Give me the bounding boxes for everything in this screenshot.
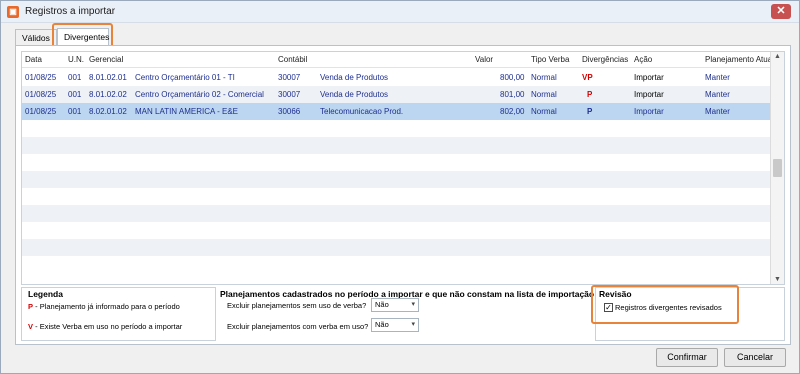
- header-valor[interactable]: Valor: [475, 55, 493, 64]
- cell-gerencial-name: Centro Orçamentário 02 - Comercial: [135, 90, 264, 99]
- table-row-selected[interactable]: 01/08/25 001 8.02.01.02 MAN LATIN AMERIC…: [22, 103, 772, 120]
- excluir-sem-label: Excluir planejamentos sem uso de verba?: [227, 301, 367, 310]
- cell-un: 001: [68, 73, 82, 82]
- cell-contabil-name: Telecomunicacao Prod.: [320, 107, 404, 116]
- cell-gerencial-name: Centro Orçamentário 01 - TI: [135, 73, 235, 82]
- window-title: Registros a importar: [25, 6, 116, 17]
- excluir-com-value: Não: [375, 320, 389, 329]
- legend-v-letter: V: [28, 322, 34, 331]
- close-button[interactable]: ✕: [771, 4, 791, 19]
- cell-un: 001: [68, 107, 82, 116]
- cell-planejamento[interactable]: Manter: [705, 107, 730, 116]
- cell-tipo: Normal: [531, 90, 557, 99]
- excluir-com-label: Excluir planejamentos com verba em uso?: [227, 322, 369, 331]
- cell-gerencial-name: MAN LATIN AMERICA - E&E: [135, 107, 238, 116]
- registros-window: ▣ Registros a importar ✕ Válidos Diverge…: [0, 0, 800, 374]
- header-acao[interactable]: Ação: [634, 55, 652, 64]
- cell-data: 01/08/25: [25, 73, 57, 82]
- empty-row: [22, 205, 772, 222]
- cell-contabil-name: Venda de Produtos: [320, 90, 389, 99]
- vertical-scrollbar[interactable]: ▲ ▼: [770, 52, 784, 284]
- empty-row: [22, 120, 772, 137]
- cancelar-button[interactable]: Cancelar: [724, 348, 786, 367]
- registros-grid[interactable]: Data U.N. Gerencial Contábil Valor Tipo …: [21, 51, 785, 285]
- empty-row: [22, 222, 772, 239]
- scroll-thumb[interactable]: [773, 159, 782, 177]
- header-data[interactable]: Data: [25, 55, 42, 64]
- excluir-sem-select[interactable]: Não ▾: [371, 298, 419, 312]
- cell-gerencial-code: 8.01.02.02: [89, 90, 127, 99]
- empty-row: [22, 188, 772, 205]
- cell-gerencial-code: 8.02.01.02: [89, 107, 127, 116]
- legend-p-line: P - Planejamento já informado para o per…: [28, 302, 180, 311]
- chevron-down-icon: ▾: [411, 321, 415, 328]
- legend-v-text: - Existe Verba em uso no período a impor…: [35, 322, 183, 331]
- title-bar: ▣ Registros a importar ✕: [1, 1, 799, 23]
- cell-gerencial-code: 8.01.02.01: [89, 73, 127, 82]
- cell-planejamento[interactable]: Manter: [705, 90, 730, 99]
- cell-divergencias: P: [587, 107, 593, 116]
- empty-row: [22, 256, 772, 273]
- cell-divergencias: VP: [582, 73, 593, 82]
- header-gerencial[interactable]: Gerencial: [89, 55, 123, 64]
- legend-v-line: V - Existe Verba em uso no período a imp…: [28, 322, 182, 331]
- header-planejamento-atual[interactable]: Planejamento Atual: [705, 55, 774, 64]
- empty-row: [22, 239, 772, 256]
- cell-contabil-code: 30007: [278, 73, 301, 82]
- revisao-highlight-box: [591, 285, 739, 324]
- cell-tipo: Normal: [531, 73, 557, 82]
- header-tipo-verba[interactable]: Tipo Verba: [531, 55, 569, 64]
- legend-p-letter: P: [28, 302, 34, 311]
- table-row[interactable]: 01/08/25 001 8.01.02.02 Centro Orçamentá…: [22, 86, 772, 103]
- cell-acao[interactable]: Importar: [634, 90, 664, 99]
- excluir-sem-value: Não: [375, 300, 389, 309]
- tab-validos[interactable]: Válidos: [15, 29, 57, 45]
- empty-row: [22, 154, 772, 171]
- cell-acao[interactable]: Importar: [634, 73, 664, 82]
- header-un[interactable]: U.N.: [68, 55, 84, 64]
- cell-valor: 801,00: [500, 90, 525, 99]
- grid-header: Data U.N. Gerencial Contábil Valor Tipo …: [22, 52, 774, 68]
- excluir-com-select[interactable]: Não ▾: [371, 318, 419, 332]
- legend-title: Legenda: [28, 289, 63, 299]
- cell-contabil-code: 30066: [278, 107, 301, 116]
- cell-planejamento[interactable]: Manter: [705, 73, 730, 82]
- cell-acao[interactable]: Importar: [634, 107, 664, 116]
- chevron-down-icon: ▾: [411, 301, 415, 308]
- empty-row: [22, 171, 772, 188]
- cell-data: 01/08/25: [25, 90, 57, 99]
- legend-p-text: - Planejamento já informado para o perío…: [35, 302, 180, 311]
- header-contabil[interactable]: Contábil: [278, 55, 307, 64]
- empty-row: [22, 137, 772, 154]
- cell-tipo: Normal: [531, 107, 557, 116]
- scroll-down-icon[interactable]: ▼: [774, 276, 781, 283]
- scroll-up-icon[interactable]: ▲: [774, 53, 781, 60]
- cell-divergencias: P: [587, 90, 593, 99]
- cell-valor: 800,00: [500, 73, 525, 82]
- app-icon: ▣: [7, 6, 19, 18]
- header-divergencias[interactable]: Divergências: [582, 55, 628, 64]
- cell-contabil-name: Venda de Produtos: [320, 73, 389, 82]
- confirmar-button[interactable]: Confirmar: [656, 348, 718, 367]
- cell-contabil-code: 30007: [278, 90, 301, 99]
- table-row[interactable]: 01/08/25 001 8.01.02.01 Centro Orçamentá…: [22, 69, 772, 86]
- cell-data: 01/08/25: [25, 107, 57, 116]
- cell-un: 001: [68, 90, 82, 99]
- cell-valor: 802,00: [500, 107, 525, 116]
